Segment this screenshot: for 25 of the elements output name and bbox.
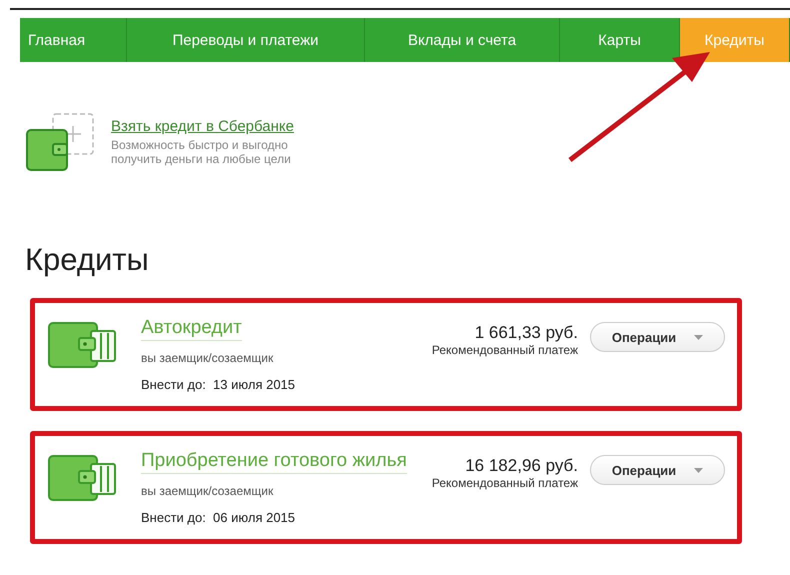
wallet-icon: [47, 454, 117, 502]
operations-button[interactable]: Операции: [590, 455, 725, 485]
nav-tab[interactable]: Кредиты: [680, 18, 790, 62]
wallet-icon: [47, 321, 117, 369]
loan-title[interactable]: Автокредит: [141, 317, 242, 341]
caret-icon: [694, 468, 704, 472]
caret-icon: [694, 334, 704, 340]
due-date: Внести до: 06 июля 2015: [141, 510, 296, 525]
offer-description: Возможность быстро и выгодно получить деньги на любые цели: [111, 138, 292, 167]
payment-caption: Рекомендованный платеж: [432, 343, 578, 357]
payment-amount: 1 661,33 руб.: [474, 323, 578, 343]
operations-button[interactable]: Операции: [590, 322, 725, 352]
add-wallet-icon: [25, 112, 97, 174]
take-loan-link[interactable]: Взять кредит в Сбербанке: [111, 118, 294, 135]
nav-tab[interactable]: Вклады и счета: [365, 18, 560, 62]
nav-tab[interactable]: Переводы и платежи: [127, 18, 365, 62]
borrower-role: вы заемщик/созаемщик: [141, 484, 274, 498]
payment-amount: 16 182,96 руб.: [464, 456, 578, 476]
payment-caption: Рекомендованный платеж: [432, 476, 578, 490]
borrower-role: вы заемщик/созаемщик: [141, 351, 274, 365]
loan-title[interactable]: Приобретение готового жилья: [141, 450, 407, 474]
due-date: Внести до: 13 июля 2015: [141, 377, 296, 392]
nav-tab[interactable]: Главная: [20, 18, 127, 62]
page-heading: Кредиты: [25, 242, 150, 278]
nav-tab[interactable]: Карты: [560, 18, 680, 62]
